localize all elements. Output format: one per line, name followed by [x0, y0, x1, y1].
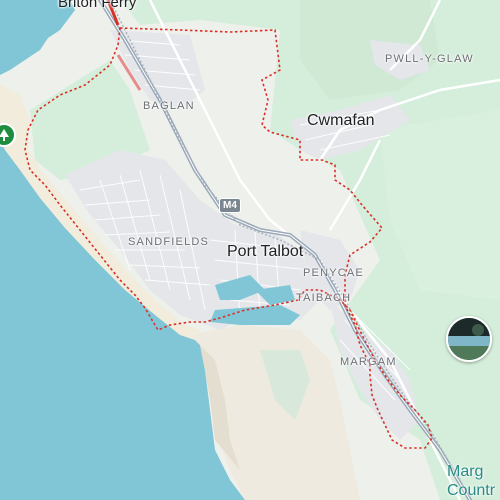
photo-image — [448, 318, 490, 360]
label-taibach[interactable]: TAIBACH — [296, 292, 351, 304]
label-cwmafan[interactable]: Cwmafan — [307, 112, 375, 130]
tree-icon — [0, 129, 9, 141]
label-sandfields[interactable]: SANDFIELDS — [128, 236, 209, 248]
label-margam-country-park[interactable]: Marg Countr — [447, 462, 495, 500]
label-baglan[interactable]: BAGLAN — [143, 100, 195, 112]
label-penycae[interactable]: PENYCAE — [303, 267, 364, 279]
label-margam[interactable]: MARGAM — [340, 356, 397, 368]
label-briton-ferry[interactable]: Briton Ferry — [58, 0, 136, 11]
map-canvas[interactable]: Briton Ferry PWLL-Y-GLAW BAGLAN Cwmafan … — [0, 0, 500, 500]
label-port-talbot[interactable]: Port Talbot — [227, 243, 303, 261]
label-margam-country-line1: Marg — [447, 463, 484, 480]
label-pwll-y-glaw[interactable]: PWLL-Y-GLAW — [385, 53, 474, 65]
label-margam-country-line2: Countr — [447, 482, 496, 499]
photo-thumbnail[interactable] — [446, 316, 492, 362]
m4-road-shield: M4 — [219, 198, 241, 213]
